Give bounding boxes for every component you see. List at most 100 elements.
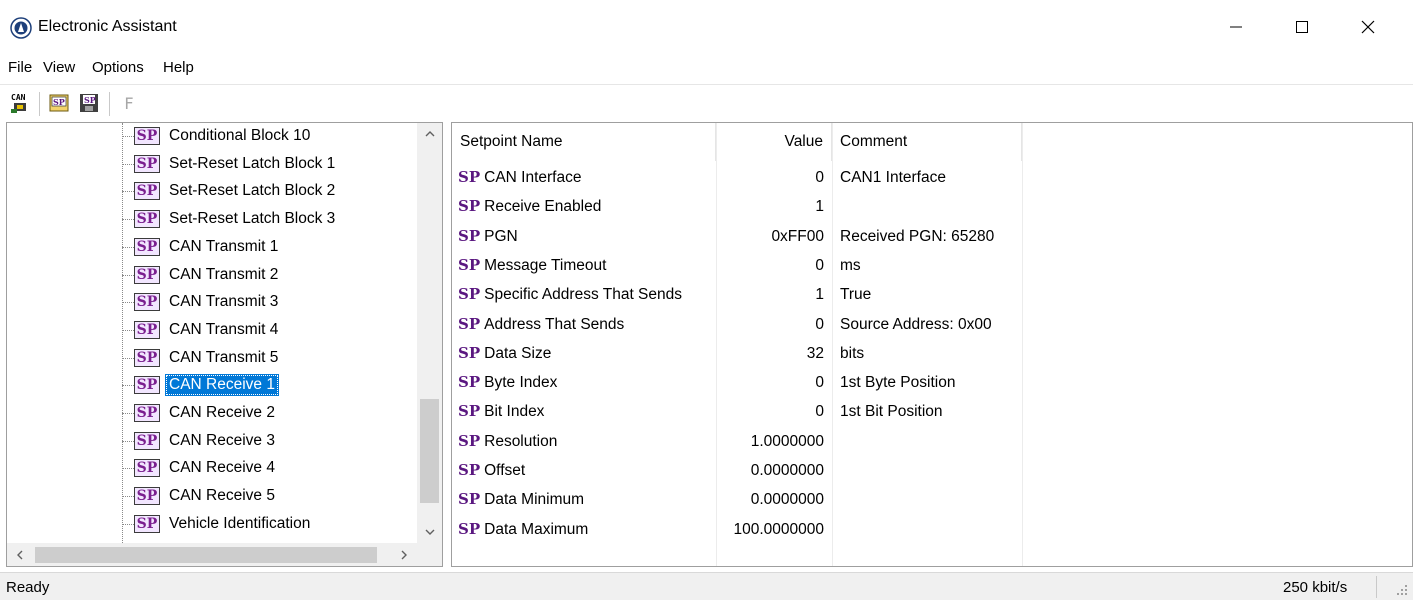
tree-item-label: Vehicle Identification xyxy=(169,515,311,532)
tree-item[interactable]: SP Set-Reset Latch Block 1 xyxy=(7,151,417,178)
setpoint-row[interactable]: SP Receive Enabled 1 xyxy=(452,192,1412,221)
setpoint-row[interactable]: SP Address That Sends 0 Source Address: 0x0… xyxy=(452,310,1412,339)
setpoint-name: Address That Sends xyxy=(484,316,625,333)
setpoint-icon: SP xyxy=(134,321,160,339)
tree-vertical-scrollbar[interactable] xyxy=(417,123,442,543)
setpoint-tree[interactable]: SP Conditional Block 10 SP Set-Reset Latch … xyxy=(6,122,443,567)
tree-guide-line xyxy=(122,302,134,303)
tree-guide-line xyxy=(122,136,134,137)
tree-item[interactable]: SP CAN Transmit 3 xyxy=(7,289,417,316)
setpoint-comment: 1st Byte Position xyxy=(840,374,956,391)
tree-items: SP Conditional Block 10 SP Set-Reset Latch … xyxy=(7,123,417,543)
tree-guide-line xyxy=(122,441,134,442)
column-header-comment[interactable]: Comment xyxy=(832,123,1022,161)
setpoint-name-cell: SP Receive Enabled xyxy=(452,192,716,221)
close-button[interactable] xyxy=(1335,0,1401,54)
scroll-thumb[interactable] xyxy=(420,399,439,503)
tree-guide-line xyxy=(122,275,134,276)
setpoint-name-cell: SP Byte Index xyxy=(452,368,716,397)
setpoint-name: Data Maximum xyxy=(484,521,589,538)
setpoint-row[interactable]: SP Resolution 1.0000000 xyxy=(452,427,1412,456)
menu-view[interactable]: View xyxy=(43,59,75,76)
tree-item[interactable]: SP CAN Receive 1 xyxy=(7,372,417,399)
scroll-down-button[interactable] xyxy=(417,521,442,543)
tree-item[interactable]: SP Conditional Block 10 xyxy=(7,123,417,150)
setpoint-name-cell: SP Data Minimum xyxy=(452,485,716,514)
tree-item[interactable]: SP CAN Receive 2 xyxy=(7,400,417,427)
setpoint-name: Data Size xyxy=(484,345,552,362)
save-setpoint-file-button[interactable]: SP xyxy=(76,90,102,116)
tree-item[interactable]: SP Set-Reset Latch Block 2 xyxy=(7,178,417,205)
setpoint-row[interactable]: SP Specific Address That Sends 1 True xyxy=(452,280,1412,309)
setpoint-name-cell: SP Message Timeout xyxy=(452,251,716,280)
setpoint-list[interactable]: Setpoint Name Value Comment SP CAN Interf… xyxy=(451,122,1413,567)
setpoint-icon: SP xyxy=(134,515,160,533)
setpoint-value: 100.0000000 xyxy=(733,521,824,538)
tree-item[interactable]: SP Vehicle Identification xyxy=(7,511,417,538)
scroll-up-button[interactable] xyxy=(417,123,442,145)
minimize-button[interactable] xyxy=(1203,0,1269,54)
tree-item[interactable]: SP CAN Transmit 2 xyxy=(7,262,417,289)
setpoint-icon: SP xyxy=(458,490,481,508)
setpoint-row[interactable]: SP Offset 0.0000000 xyxy=(452,456,1412,485)
setpoint-icon: SP xyxy=(458,432,481,450)
column-header-value[interactable]: Value xyxy=(716,123,832,161)
setpoint-name-cell: SP Bit Index xyxy=(452,397,716,426)
flash-button[interactable]: F xyxy=(116,90,142,116)
tree-item[interactable]: SP CAN Transmit 4 xyxy=(7,317,417,344)
setpoint-icon: SP xyxy=(458,285,481,303)
menu-help[interactable]: Help xyxy=(163,59,194,76)
status-text: Ready xyxy=(6,579,50,596)
setpoint-value: 1.0000000 xyxy=(750,433,824,450)
tree-item[interactable]: SP CAN Transmit 5 xyxy=(7,345,417,372)
setpoint-comment xyxy=(832,485,1022,514)
setpoint-value: 1 xyxy=(815,198,824,215)
setpoint-row[interactable]: SP Data Maximum 100.0000000 xyxy=(452,515,1412,544)
tree-item[interactable]: SP CAN Receive 4 xyxy=(7,455,417,482)
setpoint-row[interactable]: SP Data Minimum 0.0000000 xyxy=(452,485,1412,514)
tree-item[interactable]: SP Set-Reset Latch Block 3 xyxy=(7,206,417,233)
setpoint-icon: SP xyxy=(134,432,160,450)
setpoint-row[interactable]: SP CAN Interface 0 CAN1 Interface xyxy=(452,163,1412,192)
can-connect-icon: CAN xyxy=(11,93,26,113)
tree-item-label: CAN Transmit 5 xyxy=(169,349,279,366)
scroll-thumb[interactable] xyxy=(35,547,377,563)
menu-file[interactable]: File xyxy=(8,59,32,76)
tree-item-label: CAN Receive 5 xyxy=(169,487,275,504)
setpoint-icon: SP xyxy=(134,238,160,256)
setpoint-name: PGN xyxy=(484,228,518,245)
setpoint-comment: Received PGN: 65280 xyxy=(840,228,995,245)
maximize-icon xyxy=(1296,21,1308,33)
can-connect-button[interactable]: CAN xyxy=(7,90,33,116)
scroll-right-button[interactable] xyxy=(391,543,417,566)
tree-item[interactable]: SP CAN Transmit 1 xyxy=(7,234,417,261)
tree-horizontal-scrollbar[interactable] xyxy=(7,543,417,566)
setpoint-row[interactable]: SP Byte Index 0 1st Byte Position xyxy=(452,368,1412,397)
svg-text:CAN: CAN xyxy=(11,93,26,102)
setpoint-row[interactable]: SP Message Timeout 0 ms xyxy=(452,251,1412,280)
resize-grip-icon[interactable] xyxy=(1395,583,1409,597)
open-setpoint-file-icon: SP xyxy=(49,94,69,112)
baud-rate-status: 250 kbit/s xyxy=(1283,579,1348,596)
setpoint-row[interactable]: SP Bit Index 0 1st Bit Position xyxy=(452,397,1412,426)
tree-guide-line xyxy=(122,191,134,192)
setpoint-row[interactable]: SP PGN 0xFF00 Received PGN: 65280 xyxy=(452,222,1412,251)
setpoint-value: 0 xyxy=(815,316,824,333)
tree-item[interactable]: SP CAN Receive 5 xyxy=(7,483,417,510)
tree-item[interactable]: SP CAN Receive 3 xyxy=(7,428,417,455)
setpoint-icon: SP xyxy=(458,461,481,479)
tree-item-label: CAN Transmit 3 xyxy=(169,293,279,310)
setpoint-icon: SP xyxy=(458,344,481,362)
column-header-setpoint-name[interactable]: Setpoint Name xyxy=(452,123,716,161)
setpoint-name-cell: SP Resolution xyxy=(452,427,716,456)
setpoint-icon: SP xyxy=(134,459,160,477)
setpoint-comment xyxy=(832,515,1022,544)
open-setpoint-file-button[interactable]: SP xyxy=(46,90,72,116)
chevron-right-icon xyxy=(401,550,407,560)
setpoint-name-cell: SP Offset xyxy=(452,456,716,485)
setpoint-row[interactable]: SP Data Size 32 bits xyxy=(452,339,1412,368)
menu-options[interactable]: Options xyxy=(92,59,144,76)
svg-text:SP: SP xyxy=(53,97,65,107)
maximize-button[interactable] xyxy=(1269,0,1335,54)
scroll-left-button[interactable] xyxy=(7,543,33,566)
